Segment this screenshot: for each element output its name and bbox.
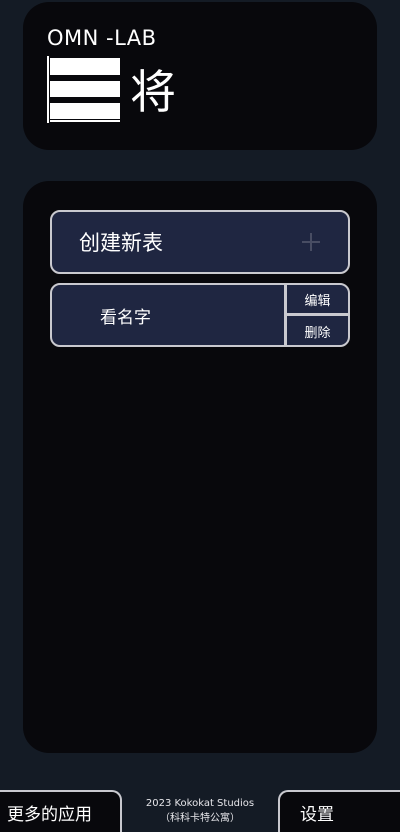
table-name[interactable]: 看名字 — [100, 285, 151, 345]
settings-button[interactable]: 设置 — [278, 790, 400, 832]
credit-line-1: 2023 Kokokat Studios — [145, 798, 255, 809]
more-apps-button[interactable]: 更多的应用 — [0, 790, 122, 832]
row-actions: 编辑 删除 — [284, 285, 348, 345]
edit-button[interactable]: 编辑 — [287, 285, 348, 316]
delete-button[interactable]: 删除 — [287, 316, 348, 345]
table-list-panel: 创建新表 看名字 编辑 删除 — [23, 181, 377, 753]
brand-title: 将 — [130, 65, 176, 119]
footer-credit: 2023 Kokokat Studios （科科卡特公寓） — [126, 796, 274, 826]
three-bars-logo-icon — [47, 56, 120, 123]
more-apps-label: 更多的应用 — [7, 804, 92, 825]
credit-line-2: （科科卡特公寓） — [160, 813, 240, 824]
create-new-table-button[interactable]: 创建新表 — [50, 210, 350, 274]
plus-icon — [302, 233, 320, 251]
brand-subtitle: OMN -LAB — [47, 26, 157, 50]
table-row[interactable]: 看名字 编辑 删除 — [50, 283, 350, 347]
settings-label: 设置 — [300, 804, 334, 825]
create-new-table-label: 创建新表 — [79, 231, 163, 255]
